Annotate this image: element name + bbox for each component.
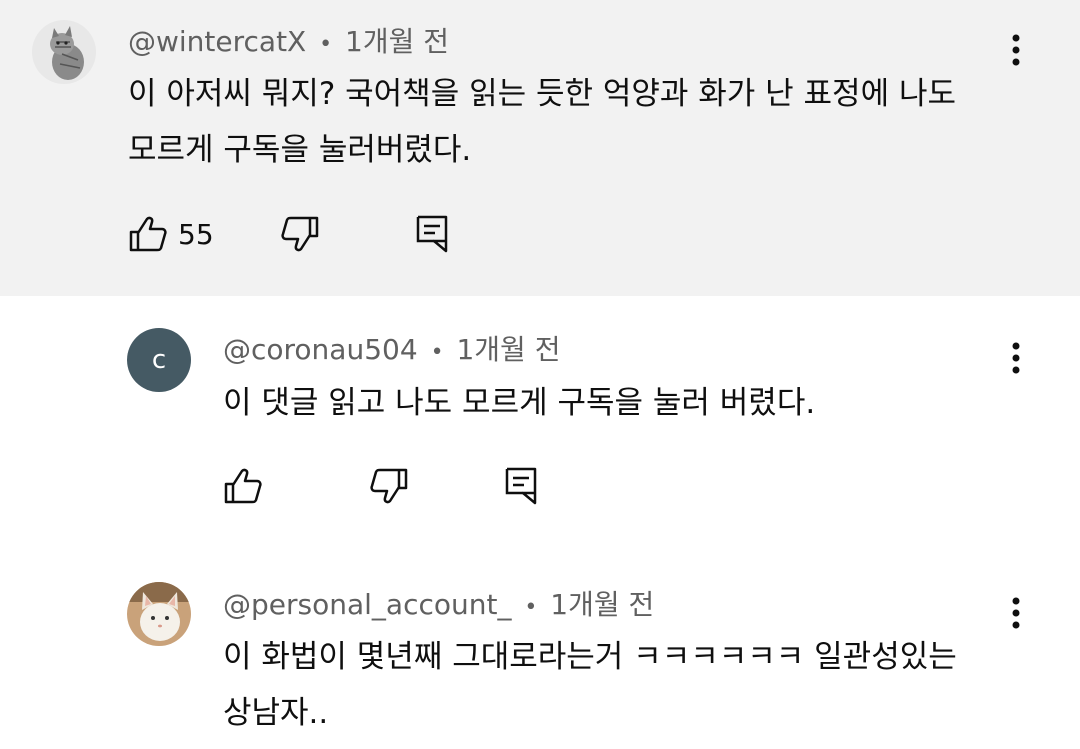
comment-text: 이 아저씨 뭐지? 국어책을 읽는 듯한 억양과 화가 난 표정에 나도 모르게… (128, 66, 956, 178)
reply-comment-icon (505, 467, 537, 505)
author-name[interactable]: @personal_account_ (223, 588, 511, 621)
avatar[interactable] (127, 582, 191, 646)
comment-text-line: 이 화법이 몇년째 그대로라는거 ㅋㅋㅋㅋㅋㅋ 일관성있는 (223, 639, 957, 675)
more-options-button[interactable] (996, 26, 1036, 74)
more-vert-icon (1012, 34, 1020, 66)
avatar-letter: c (151, 345, 167, 375)
comment-actions: 55 (124, 210, 456, 258)
comment-time: 1개월 전 (550, 588, 655, 621)
comment-time: 1개월 전 (345, 25, 450, 58)
comment-meta: @coronau504 • 1개월 전 (223, 332, 560, 371)
meta-separator: • (319, 32, 333, 57)
comment-text: 이 댓글 읽고 나도 모르게 구독을 눌러 버렸다. (223, 375, 815, 431)
more-vert-icon (1012, 597, 1020, 629)
comment-text-line: 모르게 구독을 눌러버렸다. (128, 132, 472, 168)
thumb-up-icon (224, 468, 262, 504)
dislike-button[interactable] (365, 462, 413, 510)
comment-text-line: 상남자.. (223, 695, 329, 731)
like-button[interactable] (219, 462, 267, 510)
reply-button[interactable] (497, 462, 545, 510)
like-button[interactable] (124, 210, 172, 258)
comment-meta: @wintercatX • 1개월 전 (128, 24, 449, 63)
author-name[interactable]: @wintercatX (128, 25, 306, 58)
reply-comment-icon (416, 215, 447, 253)
comment-meta: @personal_account_ • 1개월 전 (223, 587, 654, 626)
comment-item: @personal_account_ • 1개월 전 이 화법이 몇년째 그대로… (0, 552, 1080, 749)
thumb-down-icon (281, 216, 318, 252)
more-options-button[interactable] (996, 589, 1036, 637)
meta-separator: • (430, 340, 444, 365)
comment-text-line: 이 아저씨 뭐지? 국어책을 읽는 듯한 억양과 화가 난 표정에 나도 (128, 76, 956, 112)
avatar[interactable] (32, 20, 96, 84)
like-count: 55 (178, 217, 214, 251)
author-name[interactable]: @coronau504 (223, 333, 418, 366)
comment-text-line: 이 댓글 읽고 나도 모르게 구독을 눌러 버렸다. (223, 385, 816, 421)
more-options-button[interactable] (996, 334, 1036, 382)
thumb-down-icon (370, 468, 408, 504)
comment-text: 이 화법이 몇년째 그대로라는거 ㅋㅋㅋㅋㅋㅋ 일관성있는 상남자.. (223, 629, 957, 741)
meta-separator: • (524, 595, 538, 620)
comment-time: 1개월 전 (456, 333, 561, 366)
comment-item: @wintercatX • 1개월 전 이 아저씨 뭐지? 국어책을 읽는 듯한… (0, 0, 1080, 296)
more-vert-icon (1012, 342, 1020, 374)
reply-button[interactable] (408, 210, 456, 258)
avatar[interactable]: c (127, 328, 191, 392)
thumb-up-icon (129, 216, 167, 252)
comment-actions (219, 462, 545, 510)
dislike-button[interactable] (276, 210, 324, 258)
comment-item: c @coronau504 • 1개월 전 이 댓글 읽고 나도 모르게 구독을… (0, 296, 1080, 552)
